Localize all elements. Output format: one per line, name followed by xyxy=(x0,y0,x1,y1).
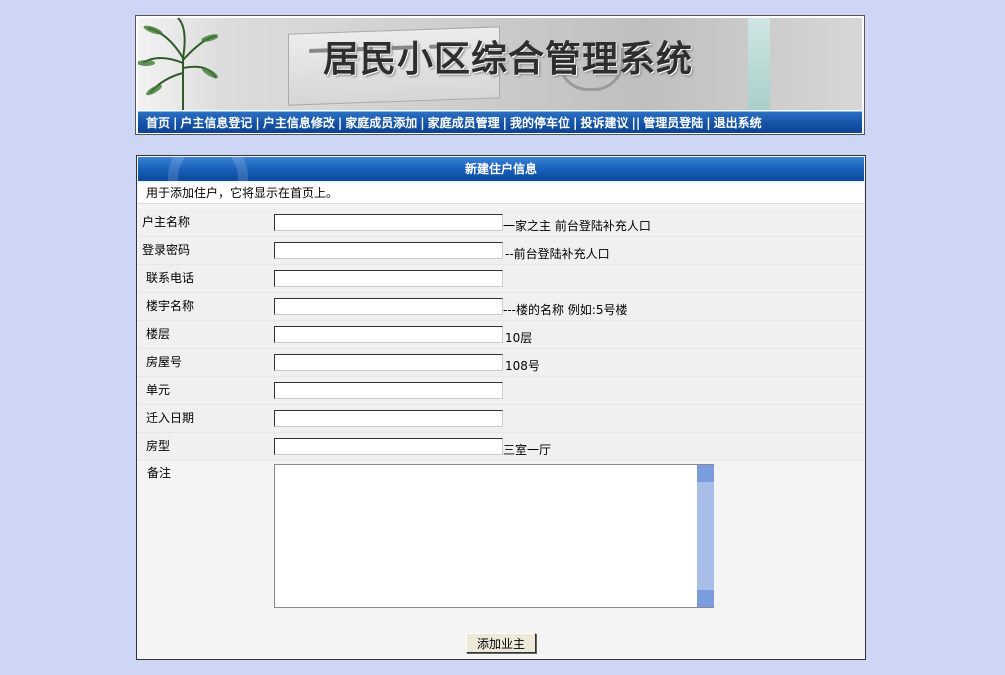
field-hint: 一家之主 前台登陆补充人口 xyxy=(503,219,651,233)
field-hint: 三室一厅 xyxy=(503,443,552,457)
remark-scrollbar[interactable] xyxy=(697,465,714,607)
header-swirl-decoration xyxy=(168,157,248,181)
nav-parking[interactable]: 我的停车位 xyxy=(510,114,570,131)
field-row-remark: 备注 xyxy=(138,462,864,612)
site-header: 居民小区综合管理系统 首页 | 户主信息登记 | 户主信息修改 | 家庭成员添加… xyxy=(135,15,865,135)
building-input[interactable] xyxy=(274,298,503,315)
field-row-owner-name: 户主名称 一家之主 前台登陆补充人口 xyxy=(138,209,864,237)
move-in-date-input[interactable] xyxy=(274,410,503,427)
nav-separator: | xyxy=(573,115,578,130)
field-label: 迁入日期 xyxy=(146,411,195,425)
field-label: 楼宇名称 xyxy=(146,299,195,313)
main-nav: 首页 | 户主信息登记 | 户主信息修改 | 家庭成员添加 | 家庭成员管理 |… xyxy=(138,111,862,133)
field-row-floor: 楼层 10层 xyxy=(138,321,864,349)
nav-logout[interactable]: 退出系统 xyxy=(714,114,762,131)
nav-separator: | xyxy=(502,115,508,130)
nav-home[interactable]: 首页 xyxy=(146,114,170,131)
header-banner: 居民小区综合管理系统 xyxy=(138,18,862,110)
scroll-up-icon[interactable] xyxy=(697,465,714,482)
owner-name-input[interactable] xyxy=(274,214,503,231)
house-type-input[interactable] xyxy=(274,438,503,455)
unit-input[interactable] xyxy=(274,382,503,399)
field-label: 楼层 xyxy=(146,327,171,341)
nav-separator: | xyxy=(173,115,178,130)
password-input[interactable] xyxy=(274,242,503,259)
floor-input[interactable] xyxy=(274,326,503,343)
nav-separator: | xyxy=(420,115,425,130)
nav-family-add[interactable]: 家庭成员添加 xyxy=(345,114,417,131)
field-hint: --前台登陆补充人口 xyxy=(505,247,610,261)
field-label: 房型 xyxy=(146,439,171,453)
field-label: 户主名称 xyxy=(142,215,191,229)
nav-family-manage[interactable]: 家庭成员管理 xyxy=(428,114,500,131)
scroll-down-icon[interactable] xyxy=(697,590,714,607)
field-label: 单元 xyxy=(146,383,171,397)
nav-owner-edit[interactable]: 户主信息修改 xyxy=(263,114,335,131)
room-number-input[interactable] xyxy=(274,354,503,371)
nav-complaint[interactable]: 投诉建议 xyxy=(580,114,628,131)
new-resident-form: 新建住户信息 用于添加住户，它将显示在首页上。 户主名称 一家之主 前台登陆补充… xyxy=(136,155,866,660)
form-description: 用于添加住户，它将显示在首页上。 xyxy=(138,183,864,204)
field-row-phone: 联系电话 xyxy=(138,265,864,293)
field-label: 房屋号 xyxy=(146,355,183,369)
nav-separator: || xyxy=(631,115,641,130)
field-row-password: 登录密码 --前台登陆补充人口 xyxy=(138,237,864,265)
glass-pillar-decoration xyxy=(748,18,770,110)
field-row-house-type: 房型 三室一厅 xyxy=(138,433,864,461)
remark-textarea[interactable] xyxy=(274,464,714,608)
field-label: 登录密码 xyxy=(142,243,191,257)
phone-input[interactable] xyxy=(274,270,503,287)
form-title: 新建住户信息 xyxy=(464,162,537,176)
field-hint: ---楼的名称 例如:5号楼 xyxy=(503,303,628,317)
field-row-unit: 单元 xyxy=(138,377,864,405)
nav-admin-login[interactable]: 管理员登陆 xyxy=(643,114,703,131)
nav-separator: | xyxy=(706,115,711,130)
nav-separator: | xyxy=(255,115,260,130)
field-row-room: 房屋号 108号 xyxy=(138,349,864,377)
remark-label: 备注 xyxy=(147,466,172,480)
field-label: 联系电话 xyxy=(146,271,195,285)
field-hint: 10层 xyxy=(505,331,533,345)
form-header: 新建住户信息 xyxy=(138,157,864,181)
plant-icon xyxy=(138,18,218,110)
field-row-move-in-date: 迁入日期 xyxy=(138,405,864,433)
add-owner-button[interactable]: 添加业主 xyxy=(466,633,536,653)
nav-owner-register[interactable]: 户主信息登记 xyxy=(180,114,252,131)
field-row-building: 楼宇名称 ---楼的名称 例如:5号楼 xyxy=(138,293,864,321)
site-title: 居民小区综合管理系统 xyxy=(323,38,694,80)
nav-separator: | xyxy=(337,115,343,130)
field-hint: 108号 xyxy=(505,359,540,373)
